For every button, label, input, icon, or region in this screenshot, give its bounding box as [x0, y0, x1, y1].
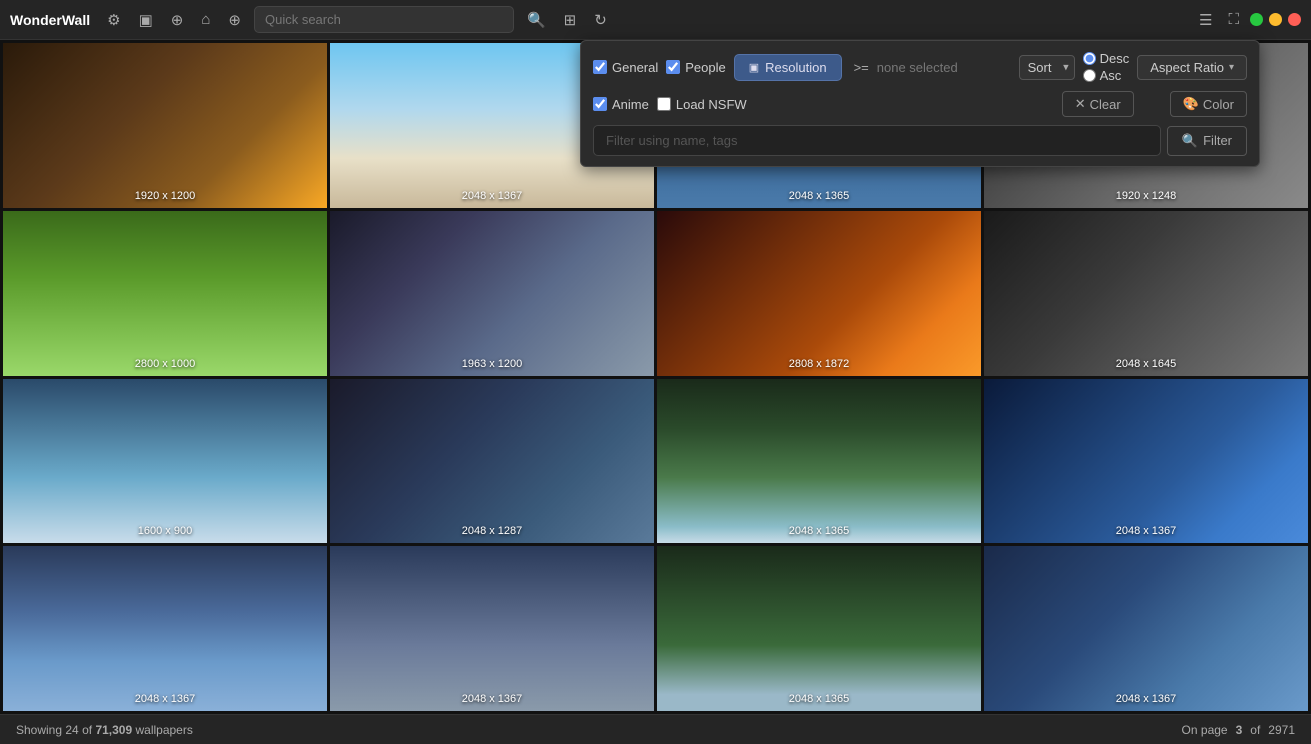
wallpaper-thumb[interactable]: 2048 x 1365 [657, 379, 981, 544]
tl-red[interactable] [1288, 13, 1301, 26]
wallpaper-thumb[interactable]: 2048 x 1367 [330, 546, 654, 711]
sort-icon[interactable]: ☰ [1194, 8, 1217, 32]
people-checkbox-label[interactable]: People [666, 60, 725, 75]
expand-icon[interactable]: ⛶ [1223, 8, 1244, 31]
thumb-resolution: 2048 x 1287 [330, 525, 654, 537]
home-icon[interactable]: ⌂ [196, 8, 215, 31]
gte-label: >= [854, 60, 869, 75]
wallpaper-thumb[interactable]: 1920 x 1200 [3, 43, 327, 208]
page-number: 3 [1236, 723, 1243, 737]
color-button[interactable]: 🎨 Color [1170, 91, 1247, 117]
window-icon[interactable]: ▣ [134, 8, 158, 32]
app-title: WonderWall [10, 12, 90, 28]
filter-button[interactable]: 🔍 Filter [1167, 126, 1247, 156]
thumb-resolution: 2048 x 1367 [984, 525, 1308, 537]
wallpaper-thumb[interactable]: 1600 x 900 [3, 379, 327, 544]
nav-fwd-icon[interactable]: ⊕ [223, 8, 246, 32]
filter-search-icon: 🔍 [1182, 133, 1198, 149]
wallpaper-thumb[interactable]: 2800 x 1000 [3, 211, 327, 376]
nav-back-icon[interactable]: ⊕ [166, 8, 189, 32]
thumb-resolution: 2048 x 1367 [330, 190, 654, 202]
wallpaper-thumb[interactable]: 2048 x 1287 [330, 379, 654, 544]
showing-info: Showing 24 of 71,309 wallpapers [16, 723, 193, 737]
thumb-resolution: 2808 x 1872 [657, 358, 981, 370]
people-checkbox[interactable] [666, 60, 680, 74]
general-checkbox[interactable] [593, 60, 607, 74]
wallpaper-thumb[interactable]: 1963 x 1200 [330, 211, 654, 376]
total-pages: 2971 [1268, 723, 1295, 737]
total-count: 71,309 [95, 723, 132, 737]
resolution-icon: ▣ [749, 61, 759, 74]
page-info: On page 3 of 2971 [1182, 723, 1295, 737]
search-input[interactable] [254, 6, 514, 33]
thumb-resolution: 2048 x 1365 [657, 525, 981, 537]
thumb-resolution: 1920 x 1248 [984, 190, 1308, 202]
wallpaper-thumb[interactable]: 2048 x 1367 [984, 546, 1308, 711]
thumb-resolution: 1920 x 1200 [3, 190, 327, 202]
thumb-resolution: 2048 x 1367 [330, 693, 654, 705]
showing-count: 24 [65, 723, 78, 737]
thumb-resolution: 2048 x 1365 [657, 693, 981, 705]
thumb-resolution: 2048 x 1645 [984, 358, 1308, 370]
thumb-resolution: 2800 x 1000 [3, 358, 327, 370]
tl-green[interactable] [1250, 13, 1263, 26]
anime-checkbox-label[interactable]: Anime [593, 97, 649, 112]
none-selected-label: none selected [877, 60, 958, 75]
general-checkbox-label[interactable]: General [593, 60, 658, 75]
asc-radio-label[interactable]: Asc [1083, 68, 1130, 83]
tl-yellow[interactable] [1269, 13, 1282, 26]
filter-name-row: 🔍 Filter [593, 125, 1247, 156]
thumb-resolution: 2048 x 1365 [657, 190, 981, 202]
desc-radio-label[interactable]: Desc [1083, 51, 1130, 66]
topbar: WonderWall ⚙ ▣ ⊕ ⌂ ⊕ 🔍 ⊞ ↻ ☰ ⛶ [0, 0, 1311, 40]
load-nsfw-checkbox[interactable] [657, 97, 671, 111]
thumb-resolution: 2048 x 1367 [3, 693, 327, 705]
clear-button[interactable]: ✕ Clear [1062, 91, 1134, 117]
search-icon[interactable]: 🔍 [522, 8, 551, 32]
thumb-resolution: 1963 x 1200 [330, 358, 654, 370]
load-nsfw-checkbox-label[interactable]: Load NSFW [657, 97, 747, 112]
thumb-resolution: 1600 x 900 [3, 525, 327, 537]
order-radio-group: Desc Asc [1083, 51, 1130, 83]
desc-radio[interactable] [1083, 52, 1096, 65]
wallpaper-thumb[interactable]: 2048 x 1365 [657, 546, 981, 711]
asc-radio[interactable] [1083, 69, 1096, 82]
settings-icon[interactable]: ⚙ [102, 8, 125, 32]
color-icon: 🎨 [1183, 96, 1199, 112]
wallpaper-thumb[interactable]: 2048 x 1645 [984, 211, 1308, 376]
resolution-button[interactable]: ▣ Resolution [734, 54, 842, 81]
sort-select[interactable]: Sort [1019, 55, 1075, 80]
filter-icon[interactable]: ⊞ [559, 8, 582, 32]
aspect-ratio-button[interactable]: Aspect Ratio [1137, 55, 1247, 80]
wallpaper-thumb[interactable]: 2048 x 1367 [984, 379, 1308, 544]
thumb-resolution: 2048 x 1367 [984, 693, 1308, 705]
sort-select-wrapper[interactable]: Sort [1019, 55, 1075, 80]
wallpaper-thumb[interactable]: 2048 x 1367 [3, 546, 327, 711]
bottombar: Showing 24 of 71,309 wallpapers On page … [0, 714, 1311, 744]
filter-panel: General People ▣ Resolution >= none sele… [580, 40, 1260, 167]
wallpaper-thumb[interactable]: 2808 x 1872 [657, 211, 981, 376]
filter-name-input[interactable] [593, 125, 1161, 156]
clear-icon: ✕ [1075, 96, 1086, 112]
refresh-icon[interactable]: ↻ [589, 8, 612, 32]
topbar-right-icons: ☰ ⛶ [1194, 8, 1301, 32]
anime-checkbox[interactable] [593, 97, 607, 111]
